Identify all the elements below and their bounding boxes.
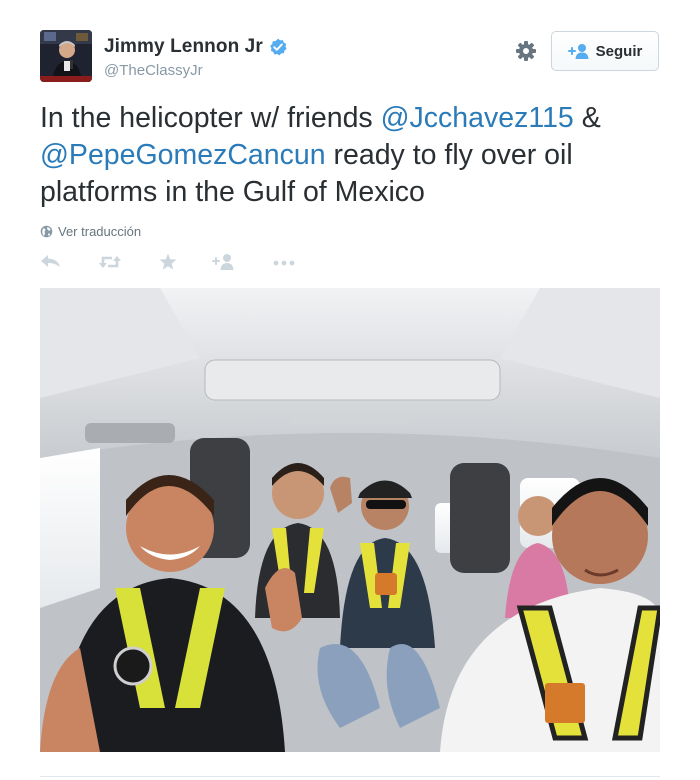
- gear-icon[interactable]: [513, 38, 539, 64]
- translate-link[interactable]: Ver traducción: [40, 224, 141, 239]
- translate-label: Ver traducción: [58, 224, 142, 239]
- author-name[interactable]: Jimmy Lennon Jr: [104, 36, 263, 58]
- mention-link[interactable]: @Jcchavez115: [381, 102, 574, 134]
- tweet-text-part: &: [573, 102, 601, 134]
- reply-icon[interactable]: [40, 250, 62, 274]
- follow-icon[interactable]: [212, 250, 236, 274]
- author-handle[interactable]: @TheClassyJr: [104, 62, 287, 79]
- tweet-text-part: In the helicopter w/ friends: [40, 102, 381, 134]
- globe-icon: [40, 225, 53, 238]
- fullname-row: Jimmy Lennon Jr: [104, 36, 287, 58]
- author-avatar[interactable]: [40, 30, 92, 82]
- verified-badge-icon: [269, 38, 287, 56]
- add-user-icon: [567, 43, 590, 59]
- favorite-icon[interactable]: [158, 250, 178, 274]
- mention-link[interactable]: @PepeGomezCancun: [40, 139, 326, 171]
- more-icon[interactable]: [272, 250, 296, 274]
- tweet-card: Jimmy Lennon Jr @TheClassyJr Seguir In t…: [0, 0, 700, 780]
- author-names: Jimmy Lennon Jr @TheClassyJr: [104, 36, 287, 79]
- tweet-actions: [40, 250, 340, 274]
- tweet-text: In the helicopter w/ friends @Jcchavez11…: [40, 100, 665, 211]
- tweet-photo[interactable]: [40, 288, 660, 752]
- follow-button-label: Seguir: [595, 42, 643, 60]
- retweet-icon[interactable]: [98, 250, 122, 274]
- divider: [40, 776, 660, 777]
- follow-button[interactable]: Seguir: [551, 31, 659, 71]
